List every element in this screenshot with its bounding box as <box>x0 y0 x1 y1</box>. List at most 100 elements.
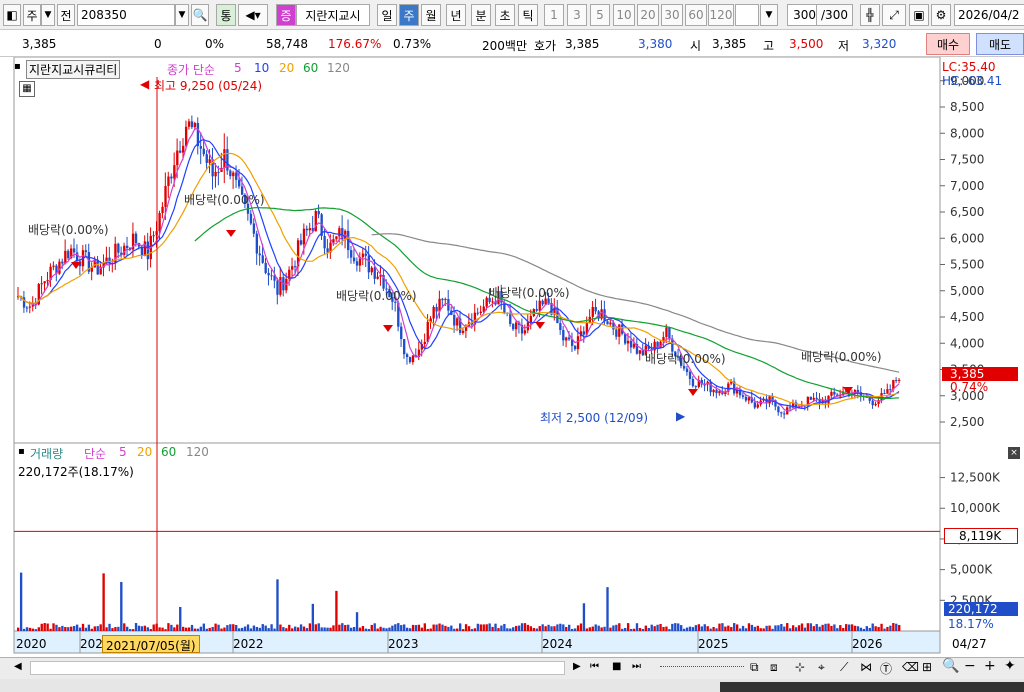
zoom-slider[interactable] <box>660 666 744 669</box>
interval-30[interactable]: 30 <box>661 4 683 26</box>
speaker-icon[interactable]: ◀▾ <box>238 4 268 26</box>
y-tick-label: 4,000 <box>950 336 984 350</box>
volume-bar <box>235 625 238 631</box>
scroll-right-icon[interactable]: ▶ <box>573 661 581 672</box>
period-minute[interactable]: 분 <box>471 4 491 26</box>
rewind-icon[interactable]: ⏮ <box>590 661 599 672</box>
candle-body <box>573 345 577 350</box>
volume-bar <box>453 628 456 631</box>
period-day[interactable]: 일 <box>377 4 397 26</box>
interval-60[interactable]: 60 <box>685 4 707 26</box>
interval-1[interactable]: 1 <box>544 4 564 26</box>
volume-bar <box>134 623 138 631</box>
volume-bar <box>459 623 462 631</box>
grid-icon[interactable]: ▦ <box>19 81 35 97</box>
volume-bar <box>703 624 706 631</box>
zoom-out-icon[interactable]: − <box>964 658 976 674</box>
panel-toggle-icon[interactable]: ▪ <box>18 446 25 457</box>
interval-10[interactable]: 10 <box>613 4 635 26</box>
eraser-icon[interactable]: ⌫ <box>902 660 919 674</box>
candle-body <box>514 322 518 330</box>
candle-body <box>809 396 812 400</box>
count-input[interactable]: 300 <box>787 4 817 26</box>
volume-bar <box>517 625 521 631</box>
period-tick[interactable]: 틱 <box>518 4 538 26</box>
period-week[interactable]: 주 <box>399 4 419 26</box>
date-input[interactable]: 2026/04/2 <box>954 4 1024 26</box>
interval-120[interactable]: 120 <box>708 4 734 26</box>
reset-icon[interactable]: ✦ <box>1004 658 1016 674</box>
sell-button[interactable]: 매도 <box>976 33 1024 55</box>
chevron-down-icon[interactable]: ▼ <box>41 4 55 26</box>
volume-bar <box>400 625 403 631</box>
panel-toggle-icon[interactable]: ▪ <box>14 61 21 72</box>
x-label-2022: 2022 <box>233 637 264 651</box>
volume-bar <box>243 626 247 631</box>
horizontal-scrollbar[interactable] <box>30 661 565 675</box>
volume-bar <box>827 623 830 631</box>
volume-bar <box>81 623 85 631</box>
volume-bar <box>626 623 630 631</box>
volume-bar <box>712 626 715 631</box>
layout-icon[interactable]: ⧉ <box>750 660 759 675</box>
interval-3[interactable]: 3 <box>567 4 587 26</box>
candle-body <box>370 267 373 273</box>
volume-bar <box>520 623 524 631</box>
fast-forward-icon[interactable]: ⏭ <box>632 661 641 672</box>
cursor-icon[interactable]: ⌖ <box>818 660 825 675</box>
text-tool-icon[interactable]: Ⓣ <box>880 660 892 677</box>
y-tick-label: 6,000 <box>950 231 984 245</box>
compare-icon[interactable]: ╬ <box>860 4 880 26</box>
period-month[interactable]: 월 <box>421 4 441 26</box>
volume-bar <box>635 623 639 631</box>
candle-body <box>361 253 365 258</box>
volume-bar <box>270 624 273 631</box>
volume-bar <box>90 628 94 631</box>
kind-select[interactable]: 전 <box>57 4 75 26</box>
code-input[interactable]: 208350 <box>77 4 175 26</box>
close-icon[interactable]: × <box>1008 447 1020 459</box>
candle-body <box>276 280 279 295</box>
line-tool-icon[interactable]: ⟋ <box>840 660 848 675</box>
volume-bar <box>364 628 368 631</box>
price-panel-name[interactable]: 지란지교시큐리티 <box>26 60 121 79</box>
candle-body <box>40 283 43 285</box>
volume-bar <box>500 625 503 631</box>
chart-menu-icon[interactable]: ◧ <box>3 4 21 26</box>
fibo-icon[interactable]: ⋈ <box>860 660 872 674</box>
buy-button[interactable]: 매수 <box>926 33 970 55</box>
split-icon[interactable]: ⧈ <box>770 660 778 675</box>
interval-custom-input[interactable] <box>735 4 759 26</box>
zoom-in-icon[interactable]: + <box>984 658 996 674</box>
shape-icon[interactable]: ⊞ <box>922 660 932 674</box>
volume-bar <box>252 625 256 631</box>
stock-name-field[interactable]: 지란지교시 <box>296 4 370 26</box>
quote-low: 3,320 <box>862 37 897 51</box>
stop-icon[interactable]: ■ <box>612 661 621 672</box>
volume-bar <box>326 627 329 631</box>
volume-bar <box>152 624 155 631</box>
chart-area[interactable]: 9,000 8,500 8,000 7,500 7,000 6,500 6,000 5,500… <box>0 56 1024 657</box>
scroll-left-icon[interactable]: ◀ <box>14 661 22 672</box>
save-icon[interactable]: ▣ <box>909 4 929 26</box>
chevron-down-icon[interactable]: ▼ <box>175 4 189 26</box>
gear-icon[interactable]: ⚙ <box>931 4 951 26</box>
interval-5[interactable]: 5 <box>590 4 610 26</box>
market-select[interactable]: 주 <box>23 4 41 26</box>
draw-tool-icon[interactable]: ⤢ <box>882 4 906 26</box>
volume-bar <box>179 606 182 631</box>
period-year[interactable]: 년 <box>446 4 466 26</box>
candle-body <box>512 324 515 330</box>
interval-20[interactable]: 20 <box>637 4 659 26</box>
y-tick-label: 5,000 <box>950 284 984 298</box>
search-zoom-icon[interactable]: 🔍 <box>942 658 959 674</box>
search-icon[interactable]: 🔍 <box>191 4 209 26</box>
volume-bar <box>550 626 553 631</box>
volume-tick-label: 5,000K <box>950 563 993 577</box>
tong-button[interactable]: 통 <box>216 4 236 26</box>
period-second[interactable]: 초 <box>495 4 515 26</box>
crosshair-icon[interactable]: ⊹ <box>795 660 805 674</box>
volume-bar <box>565 626 568 631</box>
volume-bar <box>102 573 105 631</box>
chevron-down-icon[interactable]: ▼ <box>760 4 778 26</box>
